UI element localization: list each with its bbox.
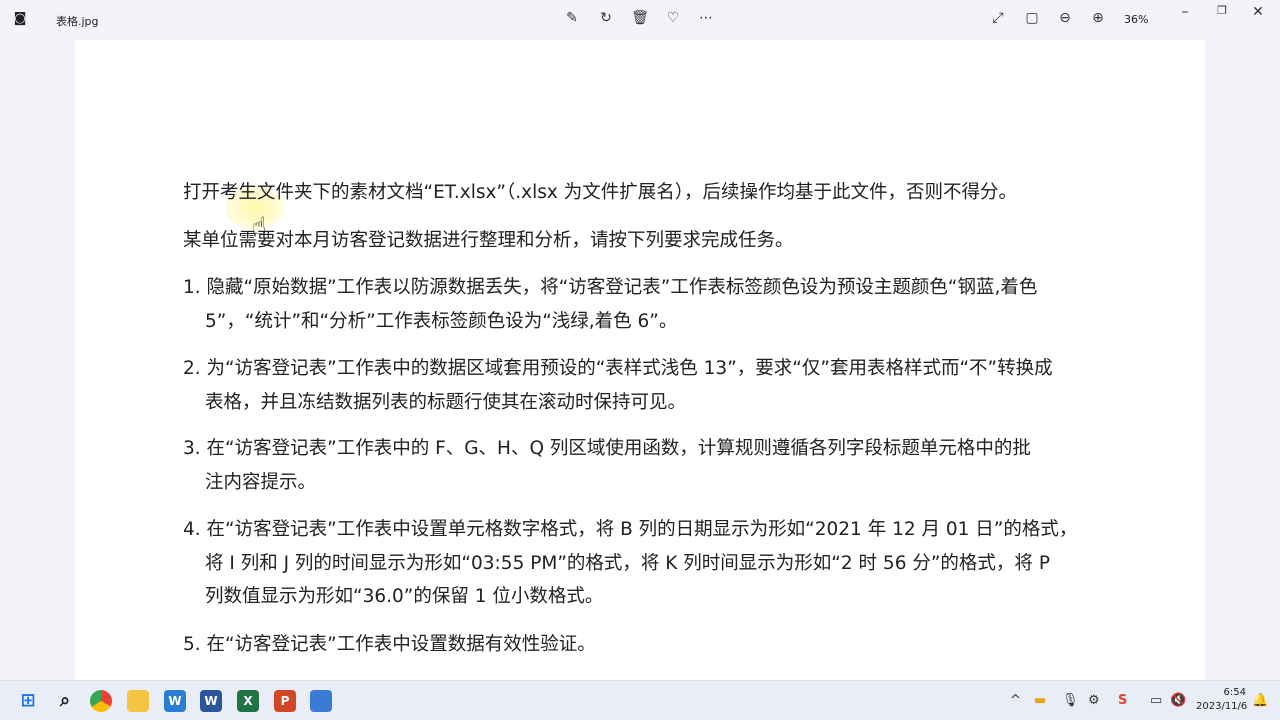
list-item: 4. 在“访客登记表”工作表中设置单元格数字格式，将 B 列的日期显示为形如“2…: [183, 513, 1077, 614]
line: 列数值显示为形如“36.0”的保留 1 位小数格式。: [205, 586, 604, 607]
photos-app-icon: ◙: [13, 11, 27, 26]
excel-icon[interactable]: X: [237, 690, 259, 712]
edit-image-icon[interactable]: ✎: [562, 10, 582, 26]
list-item: 3. 在“访客登记表”工作表中的 F、G、H、Q 列区域使用函数，计算规则遵循各…: [183, 432, 1031, 499]
zoom-level[interactable]: 36%: [1124, 13, 1148, 26]
word-icon[interactable]: W: [200, 690, 222, 712]
rotate-icon[interactable]: ↻: [596, 10, 616, 26]
microphone-icon[interactable]: 🎙: [1062, 693, 1079, 708]
more-icon[interactable]: ⋯: [696, 10, 716, 26]
fullscreen-icon[interactable]: ⤢: [988, 10, 1008, 26]
line: 3. 在“访客登记表”工作表中的 F、G、H、Q 列区域使用函数，计算规则遵循各…: [183, 438, 1031, 459]
photos-icon[interactable]: [310, 690, 332, 712]
title-bar: ◙ 表格.jpg ✎ ↻ 🗑 ♡ ⋯ ⤢ ▢ ⊖ ⊕ 36% – ❐ ✕: [0, 0, 1280, 40]
powerpoint-icon[interactable]: P: [274, 690, 296, 712]
favorite-heart-icon[interactable]: ♡: [663, 10, 683, 26]
network-icon[interactable]: ▭: [1150, 693, 1162, 708]
zoom-in-icon[interactable]: ⊕: [1088, 10, 1108, 26]
line: 5”，“统计”和“分析”工作表标签颜色设为“浅绿,着色 6”。: [205, 310, 678, 332]
file-explorer-icon[interactable]: [127, 690, 149, 712]
chrome-icon[interactable]: [90, 690, 112, 712]
date: 2023/11/6: [1196, 701, 1248, 712]
line: 5. 在“访客登记表”工作表中设置数据有效性验证。: [183, 634, 596, 655]
taskbar: ⊞ ⌕ W W X P ^ ▬ 🎙 ⚙ S ▭ 🔇 🔔: [0, 680, 1280, 720]
actual-size-icon[interactable]: ▢: [1022, 10, 1042, 26]
volume-muted-icon[interactable]: 🔇: [1170, 693, 1186, 708]
notification-icon[interactable]: 🔔: [1252, 693, 1268, 708]
line: 4. 在“访客登记表”工作表中设置单元格数字格式，将 B 列的日期显示为形如“2…: [183, 519, 1078, 540]
line: 1. 隐藏“原始数据”工作表以防源数据丢失，将“访客登记表”工作表标签颜色设为预…: [183, 277, 1038, 298]
search-icon[interactable]: ⌕: [54, 690, 76, 712]
start-icon[interactable]: ⊞: [17, 690, 39, 712]
hand-cursor-icon: ☝: [252, 212, 267, 240]
line: 表格，并且冻结数据列表的标题行使其在滚动时保持可见。: [205, 391, 687, 413]
close-button[interactable]: ✕: [1248, 4, 1268, 20]
list-item: 5. 在“访客登记表”工作表中设置数据有效性验证。: [183, 628, 596, 662]
intro-text: 打开考生文件夹下的素材文档“ET.xlsx”（.xlsx 为文件扩展名），后续操…: [183, 182, 1017, 203]
line: 将 I 列和 J 列的时间显示为形如“03:55 PM”的格式，将 K 列时间显…: [205, 552, 1050, 574]
chevron-up-icon[interactable]: ^: [1010, 693, 1021, 708]
sogou-icon[interactable]: S: [1118, 693, 1127, 708]
time: 6:54: [1223, 687, 1246, 698]
delete-icon[interactable]: 🗑: [630, 10, 650, 26]
line: 注内容提示。: [205, 471, 317, 493]
restore-button[interactable]: ❐: [1212, 4, 1232, 17]
file-name: 表格.jpg: [56, 15, 99, 28]
input-method-icon[interactable]: ⚙: [1088, 693, 1100, 708]
clock[interactable]: 6:54 2023/11/6: [1196, 686, 1248, 714]
task-text: 某单位需要对本月访客登记数据进行整理和分析，请按下列要求完成任务。: [183, 230, 794, 251]
wps-icon[interactable]: W: [164, 690, 186, 712]
line: 2. 为“访客登记表”工作表中的数据区域套用预设的“表样式浅色 13”，要求“仅…: [183, 358, 1053, 379]
list-item: 1. 隐藏“原始数据”工作表以防源数据丢失，将“访客登记表”工作表标签颜色设为预…: [183, 271, 1037, 338]
zoom-out-icon[interactable]: ⊖: [1055, 10, 1075, 26]
list-item: 2. 为“访客登记表”工作表中的数据区域套用预设的“表样式浅色 13”，要求“仅…: [183, 352, 1053, 419]
minimize-button[interactable]: –: [1175, 4, 1195, 20]
tray-app-icon[interactable]: ▬: [1034, 693, 1046, 708]
